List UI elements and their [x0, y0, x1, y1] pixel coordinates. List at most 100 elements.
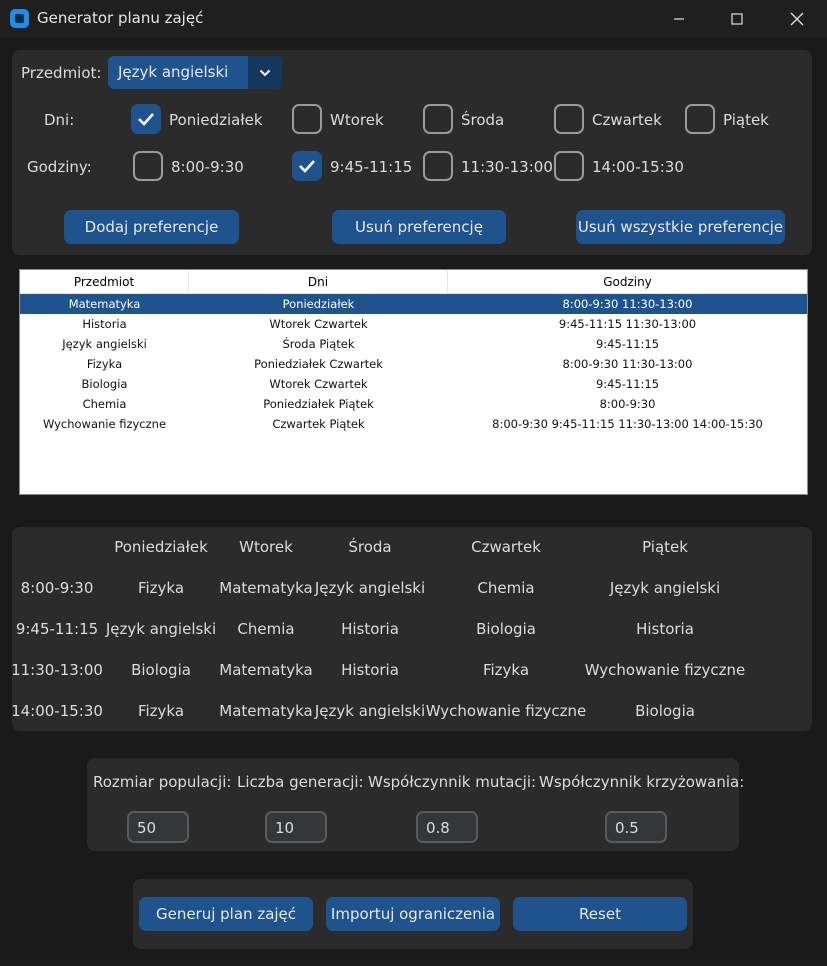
table-cell: 8:00-9:30	[599, 397, 656, 411]
maximize-icon	[731, 13, 743, 25]
remove-all-preferences-button[interactable]: Usuń wszystkie preferencje	[576, 210, 785, 244]
remove-preference-button[interactable]: Usuń preferencję	[332, 210, 506, 244]
table-cell: 9:45-11:15 11:30-13:00	[558, 317, 697, 331]
checkbox-czwartek[interactable]	[554, 104, 584, 134]
table-cell: Środa Piątek	[282, 337, 355, 351]
table-cell: Język angielski	[62, 337, 147, 351]
checkbox-label-sroda[interactable]: Środa	[461, 111, 504, 129]
table-cell: 9:45-11:15	[595, 337, 660, 351]
schedule-day-header: Czwartek	[471, 538, 541, 556]
checkbox-11-30[interactable]	[423, 151, 453, 181]
column-header-days[interactable]: Dni	[189, 270, 448, 294]
population-size-input[interactable]: 50	[127, 811, 189, 843]
generations-label: Liczba generacji:	[237, 773, 364, 791]
preferences-table[interactable]: Przedmiot Dni Godziny Matematyka Poniedzi…	[19, 269, 808, 495]
subject-label: Przedmiot:	[21, 64, 102, 82]
checkbox-piatek[interactable]	[685, 104, 715, 134]
checkbox-poniedzialek[interactable]	[131, 104, 161, 134]
close-button[interactable]	[767, 0, 827, 38]
schedule-time-label: 8:00-9:30	[20, 579, 94, 597]
table-row[interactable]: Chemia Poniedziałek Piątek 8:00-9:30	[20, 394, 807, 414]
table-cell: Wtorek Czwartek	[269, 317, 368, 331]
table-cell: Wychowanie fizyczne	[42, 417, 167, 431]
schedule-time-label: 14:00-15:30	[11, 702, 103, 720]
population-size-label: Rozmiar populacji:	[93, 773, 232, 791]
checkmark-icon	[138, 113, 154, 126]
mutation-rate-label: Współczynnik mutacji:	[368, 773, 537, 791]
schedule-cell: Historia	[341, 620, 399, 638]
table-cell: Wtorek Czwartek	[269, 377, 368, 391]
subject-dropdown-value: Język angielski	[118, 63, 229, 81]
crossover-rate-input[interactable]: 0.5	[605, 811, 667, 843]
table-cell: Poniedziałek	[282, 297, 355, 311]
schedule-cell: Język angielski	[105, 620, 217, 638]
window-title: Generator planu zajęć	[37, 9, 204, 27]
schedule-day-header: Piątek	[642, 538, 688, 556]
schedule-day-header: Poniedziałek	[114, 538, 208, 556]
table-cell: Czwartek Piątek	[272, 417, 365, 431]
checkbox-wtorek[interactable]	[292, 104, 322, 134]
table-header: Przedmiot Dni Godziny	[20, 270, 807, 294]
table-row[interactable]: Biologia Wtorek Czwartek 9:45-11:15	[20, 374, 807, 394]
schedule-cell: Matematyka	[219, 579, 313, 597]
column-header-hours[interactable]: Godziny	[448, 270, 807, 294]
subject-dropdown-arrow[interactable]	[248, 56, 282, 89]
minimize-button[interactable]	[649, 0, 709, 38]
schedule-cell: Fizyka	[137, 702, 185, 720]
add-preference-button[interactable]: Dodaj preferencje	[64, 210, 239, 244]
days-label: Dni:	[44, 111, 75, 129]
checkbox-9-45[interactable]	[292, 151, 322, 181]
table-row[interactable]: Matematyka Poniedziałek 8:00-9:30 11:30-13…	[20, 294, 807, 314]
table-cell: Poniedziałek Piątek	[263, 397, 374, 411]
checkbox-14-00[interactable]	[554, 151, 584, 181]
table-row[interactable]: Język angielski Środa Piątek 9:45-11:15	[20, 334, 807, 354]
schedule-cell: Wychowanie fizyczne	[584, 661, 746, 679]
table-row[interactable]: Wychowanie fizyczne Czwartek Piątek 8:00-9…	[20, 414, 807, 434]
schedule-cell: Fizyka	[137, 579, 185, 597]
crossover-rate-label: Współczynnik krzyżowania:	[539, 773, 745, 791]
table-cell: Matematyka	[68, 297, 141, 311]
import-constraints-button[interactable]: Importuj ograniczenia	[326, 897, 500, 931]
table-cell: 9:45-11:15	[595, 377, 660, 391]
checkbox-label-poniedzialek[interactable]: Poniedziałek	[169, 111, 263, 129]
table-row[interactable]: Historia Wtorek Czwartek 9:45-11:15 11:30-…	[20, 314, 807, 334]
table-cell: Fizyka	[86, 357, 123, 371]
checkmark-icon	[299, 160, 315, 173]
schedule-cell: Historia	[636, 620, 694, 638]
schedule-time-label: 9:45-11:15	[15, 620, 99, 638]
table-cell: 8:00-9:30 11:30-13:00	[562, 357, 693, 371]
table-cell: Biologia	[81, 377, 128, 391]
checkbox-label-wtorek[interactable]: Wtorek	[330, 111, 384, 129]
checkbox-label-11-30[interactable]: 11:30-13:00	[461, 158, 553, 176]
schedule-cell: Biologia	[476, 620, 536, 638]
checkbox-sroda[interactable]	[423, 104, 453, 134]
mutation-rate-input[interactable]: 0.8	[416, 811, 478, 843]
column-header-subject[interactable]: Przedmiot	[20, 270, 189, 294]
table-cell: 8:00-9:30 9:45-11:15 11:30-13:00 14:00-1…	[492, 417, 763, 431]
schedule-cell: Język angielski	[609, 579, 721, 597]
generate-schedule-button[interactable]: Generuj plan zajęć	[139, 897, 313, 931]
reset-button[interactable]: Reset	[513, 897, 687, 931]
table-cell: 8:00-9:30 11:30-13:00	[562, 297, 693, 311]
table-row[interactable]: Fizyka Poniedziałek Czwartek 8:00-9:30 11:…	[20, 354, 807, 374]
minimize-icon	[674, 18, 684, 20]
checkbox-label-9-45[interactable]: 9:45-11:15	[330, 158, 412, 176]
generations-input[interactable]: 10	[265, 811, 327, 843]
schedule-cell: Matematyka	[219, 702, 313, 720]
table-cell: Poniedziałek Czwartek	[254, 357, 383, 371]
checkbox-8-00[interactable]	[133, 151, 163, 181]
close-icon	[790, 12, 804, 26]
schedule-cell: Matematyka	[219, 661, 313, 679]
checkbox-label-14-00[interactable]: 14:00-15:30	[592, 158, 684, 176]
schedule-cell: Biologia	[131, 661, 191, 679]
subject-dropdown[interactable]: Język angielski	[108, 56, 282, 89]
maximize-button[interactable]	[707, 0, 767, 38]
app-icon	[10, 9, 29, 28]
schedule-cell: Wychowanie fizyczne	[425, 702, 587, 720]
title-bar: Generator planu zajęć	[0, 0, 827, 38]
checkbox-label-8-00[interactable]: 8:00-9:30	[171, 158, 244, 176]
hours-label: Godziny:	[27, 158, 92, 176]
checkbox-label-czwartek[interactable]: Czwartek	[592, 111, 662, 129]
checkbox-label-piatek[interactable]: Piątek	[723, 111, 769, 129]
schedule-cell: Historia	[341, 661, 399, 679]
